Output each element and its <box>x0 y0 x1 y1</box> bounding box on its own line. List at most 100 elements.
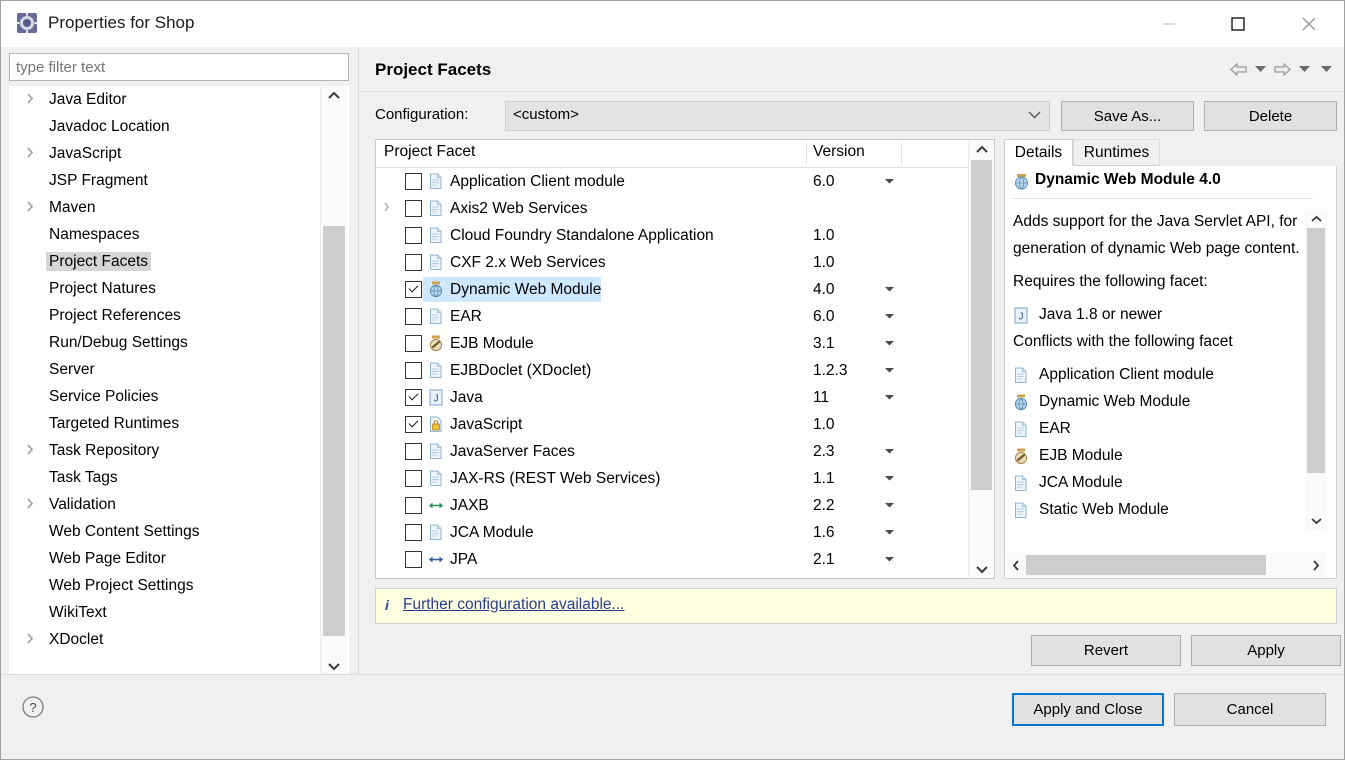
scroll-left-icon[interactable] <box>1006 553 1026 577</box>
table-row[interactable]: JJava11 <box>376 384 994 411</box>
sidebar-item-java-editor[interactable]: Java Editor <box>9 86 349 113</box>
table-row[interactable]: EJB Module3.1 <box>376 330 994 357</box>
facet-checkbox[interactable] <box>405 308 422 325</box>
sidebar-item-project-references[interactable]: Project References <box>9 302 349 329</box>
view-menu-icon[interactable] <box>1316 58 1336 80</box>
back-dropdown-icon[interactable] <box>1250 58 1270 80</box>
sidebar-item-server[interactable]: Server <box>9 356 349 383</box>
version-dropdown-icon[interactable] <box>885 168 894 195</box>
facet-checkbox[interactable] <box>405 362 422 379</box>
sidebar-item-run-debug-settings[interactable]: Run/Debug Settings <box>9 329 349 356</box>
version-dropdown-icon[interactable] <box>885 519 894 546</box>
facet-checkbox[interactable] <box>405 281 422 298</box>
minimize-button[interactable] <box>1146 1 1192 47</box>
delete-button[interactable]: Delete <box>1204 101 1337 131</box>
scrollbar-thumb[interactable] <box>1026 555 1266 575</box>
table-row[interactable]: JavaScript1.0 <box>376 411 994 438</box>
sidebar-item-task-tags[interactable]: Task Tags <box>9 464 349 491</box>
version-dropdown-icon[interactable] <box>885 438 894 465</box>
filter-input[interactable] <box>9 53 349 81</box>
version-dropdown-icon[interactable] <box>885 303 894 330</box>
sidebar-item-project-facets[interactable]: Project Facets <box>9 248 349 275</box>
facets-scrollbar[interactable] <box>968 140 994 578</box>
project-facets-table[interactable]: Project Facet Version Application Client… <box>375 139 995 579</box>
sidebar-item-web-page-editor[interactable]: Web Page Editor <box>9 545 349 572</box>
forward-dropdown-icon[interactable] <box>1294 58 1314 80</box>
sidebar-item-namespaces[interactable]: Namespaces <box>9 221 349 248</box>
scrollbar-thumb[interactable] <box>1307 228 1325 473</box>
sidebar-item-javascript[interactable]: JavaScript <box>9 140 349 167</box>
chevron-right-icon[interactable] <box>26 140 40 167</box>
scrollbar-thumb[interactable] <box>323 226 345 636</box>
chevron-right-icon[interactable] <box>383 195 395 222</box>
facet-checkbox[interactable] <box>405 335 422 352</box>
sidebar-item-targeted-runtimes[interactable]: Targeted Runtimes <box>9 410 349 437</box>
sidebar-item-web-project-settings[interactable]: Web Project Settings <box>9 572 349 599</box>
chevron-right-icon[interactable] <box>26 626 40 653</box>
sidebar-item-maven[interactable]: Maven <box>9 194 349 221</box>
chevron-right-icon[interactable] <box>26 86 40 113</box>
scroll-up-icon[interactable] <box>969 140 994 158</box>
help-icon[interactable]: ? <box>21 695 45 719</box>
sidebar-item-web-content-settings[interactable]: Web Content Settings <box>9 518 349 545</box>
table-row[interactable]: JPA2.1 <box>376 546 994 573</box>
apply-and-close-button[interactable]: Apply and Close <box>1012 693 1164 726</box>
facet-checkbox[interactable] <box>405 254 422 271</box>
table-row[interactable]: EJBDoclet (XDoclet)1.2.3 <box>376 357 994 384</box>
version-dropdown-icon[interactable] <box>885 546 894 573</box>
revert-button[interactable]: Revert <box>1031 635 1181 666</box>
scroll-down-icon[interactable] <box>1305 512 1327 530</box>
chevron-right-icon[interactable] <box>26 437 40 464</box>
facet-checkbox[interactable] <box>405 578 422 579</box>
facet-checkbox[interactable] <box>405 497 422 514</box>
tab-details[interactable]: Details <box>1004 139 1073 166</box>
maximize-button[interactable] <box>1215 1 1261 47</box>
table-row[interactable]: JavaServer Faces2.3 <box>376 438 994 465</box>
table-row[interactable]: JAX-RS (REST Web Services)1.1 <box>376 465 994 492</box>
details-tabs[interactable]: DetailsRuntimes <box>1004 139 1337 166</box>
scroll-up-icon[interactable] <box>1305 210 1327 228</box>
further-configuration-link[interactable]: Further configuration available... <box>403 596 624 614</box>
details-scrollbar[interactable] <box>1305 210 1327 530</box>
facet-checkbox[interactable] <box>405 200 422 217</box>
version-dropdown-icon[interactable] <box>885 276 894 303</box>
sidebar-item-project-natures[interactable]: Project Natures <box>9 275 349 302</box>
settings-tree[interactable]: Java EditorJavadoc LocationJavaScriptJSP… <box>9 86 349 675</box>
table-row[interactable]: Application Client module6.0 <box>376 168 994 195</box>
facet-checkbox[interactable] <box>405 443 422 460</box>
table-row[interactable]: CXF 2.x Web Services1.0 <box>376 249 994 276</box>
table-row[interactable]: JCA Module1.6 <box>376 519 994 546</box>
tab-runtimes[interactable]: Runtimes <box>1073 139 1160 166</box>
sidebar-item-javadoc-location[interactable]: Javadoc Location <box>9 113 349 140</box>
facet-checkbox[interactable] <box>405 227 422 244</box>
facet-checkbox[interactable] <box>405 470 422 487</box>
cancel-button[interactable]: Cancel <box>1174 693 1326 726</box>
scroll-down-icon[interactable] <box>321 657 347 675</box>
table-row[interactable]: Dynamic Web Module4.0 <box>376 276 994 303</box>
facet-checkbox[interactable] <box>405 524 422 541</box>
scroll-down-icon[interactable] <box>969 560 994 578</box>
table-row[interactable]: JAXB2.2 <box>376 492 994 519</box>
version-dropdown-icon[interactable] <box>885 357 894 384</box>
sidebar-item-task-repository[interactable]: Task Repository <box>9 437 349 464</box>
table-row[interactable]: Static Web Module <box>376 573 994 579</box>
forward-arrow-icon[interactable] <box>1272 58 1292 80</box>
sidebar-item-validation[interactable]: Validation <box>9 491 349 518</box>
facet-checkbox[interactable] <box>405 416 422 433</box>
version-dropdown-icon[interactable] <box>885 465 894 492</box>
details-hscrollbar[interactable] <box>1006 553 1326 577</box>
close-button[interactable] <box>1286 1 1332 47</box>
sidebar-item-xdoclet[interactable]: XDoclet <box>9 626 349 653</box>
facet-checkbox[interactable] <box>405 173 422 190</box>
chevron-right-icon[interactable] <box>26 194 40 221</box>
configuration-dropdown[interactable]: <custom> <box>505 101 1050 131</box>
version-dropdown-icon[interactable] <box>885 330 894 357</box>
scroll-up-icon[interactable] <box>321 86 347 104</box>
facet-checkbox[interactable] <box>405 551 422 568</box>
table-row[interactable]: Cloud Foundry Standalone Application1.0 <box>376 222 994 249</box>
back-arrow-icon[interactable] <box>1228 58 1248 80</box>
facet-checkbox[interactable] <box>405 389 422 406</box>
table-row[interactable]: Axis2 Web Services <box>376 195 994 222</box>
sidebar-scrollbar[interactable] <box>320 86 347 675</box>
chevron-right-icon[interactable] <box>26 491 40 518</box>
